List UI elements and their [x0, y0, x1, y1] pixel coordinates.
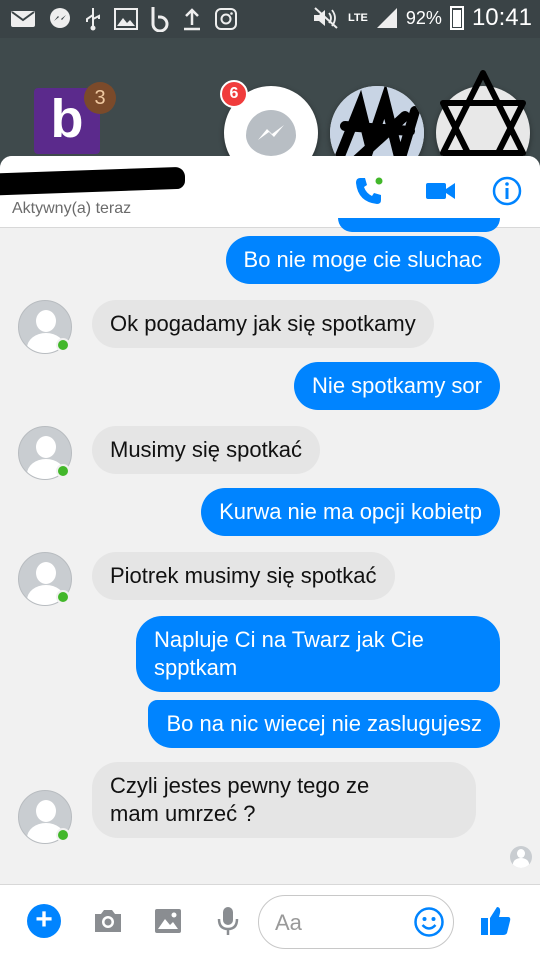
message-incoming[interactable]: Piotrek musimy się spotkać [92, 552, 395, 600]
plus-icon: + [27, 904, 61, 938]
message-input-container[interactable] [258, 895, 454, 949]
message-composer: + [0, 884, 540, 960]
online-indicator [56, 338, 70, 352]
network-type-label: LTE [347, 11, 368, 24]
message-outgoing[interactable]: Nie spotkamy sor [294, 362, 500, 410]
battery-percent: 92% [405, 7, 442, 28]
previous-message-fragment [338, 218, 500, 232]
thumbs-up-icon [481, 907, 511, 935]
voice-message-button[interactable] [210, 903, 246, 939]
message-incoming[interactable]: Ok pogadamy jak się spotkamy [92, 300, 434, 348]
messenger-notif-icon [50, 8, 70, 28]
message-incoming[interactable]: Musimy się spotkać [92, 426, 320, 474]
message-outgoing[interactable]: Bo nie moge cie sluchac [225, 236, 500, 284]
conversation-window: Aktywny(a) teraz Bo nie moge cie sluchac… [0, 156, 540, 960]
microphone-icon [217, 907, 239, 935]
chat-heads-bar: b 3 6 [0, 38, 540, 186]
like-button[interactable] [478, 903, 514, 939]
message-line: spptkam [154, 655, 238, 680]
seen-avatar [510, 846, 532, 868]
unread-dot [330, 86, 342, 98]
message-outgoing[interactable]: Kurwa nie ma opcji kobietp [201, 488, 500, 536]
camera-icon [95, 910, 121, 932]
message-outgoing-multiline[interactable]: Napluje Ci na Twarz jak Cie spptkam [136, 616, 500, 692]
badoo-logo-letter: b [50, 89, 84, 149]
battery-icon [449, 6, 464, 30]
camera-button[interactable] [90, 903, 126, 939]
online-indicator [56, 590, 70, 604]
info-icon [492, 176, 522, 206]
message-list[interactable]: Bo nie moge cie sluchac Ok pogadamy jak … [0, 218, 540, 884]
voice-call-button[interactable] [352, 174, 386, 208]
image-icon [155, 909, 181, 933]
redacted-contact-name [0, 166, 185, 196]
upload-icon [184, 8, 200, 31]
instagram-icon [215, 8, 237, 30]
system-indicators: LTE 92% 10:41 [312, 4, 532, 32]
active-status: Aktywny(a) teraz [12, 200, 132, 217]
emoji-icon[interactable] [413, 906, 445, 938]
conversation-info-button[interactable] [490, 174, 524, 208]
usb-icon [86, 8, 100, 31]
clock: 10:41 [471, 4, 532, 31]
message-incoming-multiline[interactable]: Czyli jestes pewny tego ze mam umrzeć ? [92, 762, 476, 838]
video-call-button[interactable] [424, 174, 458, 208]
message-line: mam umrzeć ? [110, 801, 256, 826]
message-outgoing[interactable]: Bo na nic wiecej nie zaslugujesz [148, 700, 500, 748]
mute-icon [313, 7, 338, 29]
messenger-icon [246, 110, 296, 156]
online-indicator [56, 828, 70, 842]
notification-icons [10, 6, 238, 32]
video-camera-icon [426, 183, 455, 199]
app-badge: 3 [84, 82, 116, 114]
mail-icon [11, 11, 35, 27]
unread-badge: 6 [220, 80, 248, 108]
online-indicator [56, 464, 70, 478]
status-bar: LTE 92% 10:41 [0, 0, 540, 38]
phone-icon [356, 177, 383, 204]
message-line: Napluje Ci na Twarz jak Cie [154, 627, 424, 652]
message-input[interactable] [275, 908, 405, 938]
gallery-button[interactable] [150, 903, 186, 939]
more-actions-button[interactable]: + [26, 903, 62, 939]
message-line: Czyli jestes pewny tego ze [110, 773, 370, 798]
image-icon [114, 8, 138, 30]
signal-icon [376, 8, 397, 28]
badoo-notif-icon [151, 7, 169, 32]
